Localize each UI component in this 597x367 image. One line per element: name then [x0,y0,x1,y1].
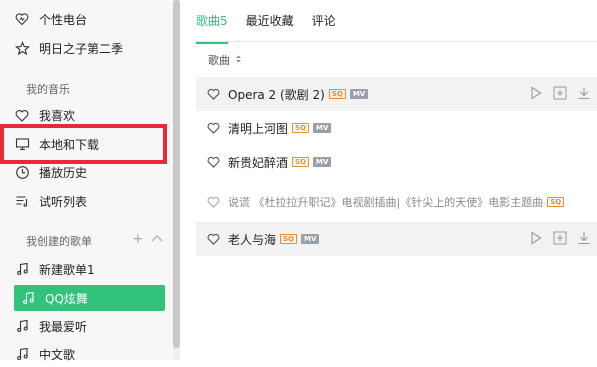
tab-songs[interactable]: 歌曲5 [196,0,228,44]
heart-icon[interactable] [207,233,220,245]
song-actions [529,86,591,100]
mv-badge[interactable]: MV [313,123,332,133]
tab-divider [196,41,597,42]
mv-badge[interactable]: MV [349,89,369,99]
sidebar-item-label: QQ炫舞 [45,291,88,306]
sidebar-item-label: 我喜欢 [39,108,76,123]
song-row[interactable]: 新贵妃醉酒 SQ MV [196,145,597,179]
song-column-header[interactable]: 歌曲 [208,52,242,68]
column-header-label: 歌曲 [208,54,230,67]
song-title: 新贵妃醉酒 [228,155,289,170]
song-row[interactable]: 清明上河图 SQ MV [196,111,597,145]
playlist-icon [14,193,30,209]
heart-icon[interactable] [207,156,220,168]
sq-badge: SQ [292,123,310,133]
main-content: 歌曲5 最近收藏 评论 歌曲 Opera 2 (歌剧 2) SQ MV 清明上河… [180,0,597,360]
download-icon[interactable] [577,86,591,100]
radio-icon [14,11,30,27]
add-icon[interactable] [553,231,567,245]
sidebar-playlist-item[interactable]: 我最爱听 [14,313,166,339]
add-playlist-icon[interactable]: + [132,231,144,247]
song-row[interactable]: 老人与海 SQ MV [196,222,597,256]
sidebar: 个性电台 明日之子第二季 我的音乐 我喜欢 本地和下载 播放历史 试听列表 我创… [0,0,180,362]
highlight-annotation-box [0,124,167,164]
heart-icon[interactable] [207,196,220,208]
sidebar-item-radio[interactable]: 个性电台 [14,6,166,32]
tab-recent-favorites[interactable]: 最近收藏 [246,0,294,42]
heart-icon [14,107,30,123]
music-note-icon [20,290,36,306]
sort-icon [235,54,242,67]
collapse-icon[interactable] [150,232,164,244]
sidebar-item-label: 个性电台 [39,12,88,27]
created-playlists-heading: 我创建的歌单 [26,235,92,248]
sq-badge: SQ [280,234,298,244]
sidebar-playlist-item[interactable]: 新建歌单1 [14,256,166,282]
song-actions [529,231,591,245]
sidebar-scrollbar-thumb[interactable] [173,0,180,348]
music-note-icon [14,261,30,277]
sidebar-item-trial-list[interactable]: 试听列表 [14,188,166,214]
mv-badge[interactable]: MV [313,157,332,167]
song-row-unavailable[interactable]: 说谎 《杜拉拉升职记》电视剧插曲|《针尖上的天使》电影主题曲 SQ [196,185,597,219]
my-music-heading: 我的音乐 [26,83,70,96]
music-note-icon [14,318,30,334]
sidebar-item-label: 明日之子第二季 [39,41,124,56]
tab-bar: 歌曲5 最近收藏 评论 [196,0,354,44]
sidebar-playlist-item-active[interactable]: QQ炫舞 [14,285,165,311]
sidebar-item-label: 我最爱听 [39,319,88,334]
song-title: 老人与海 [228,232,277,247]
sidebar-item-label: 新建歌单1 [39,262,95,277]
song-title: Opera 2 (歌剧 2) [228,87,325,102]
heart-icon[interactable] [207,88,220,100]
sq-badge: SQ [292,157,310,167]
download-icon[interactable] [577,231,591,245]
play-icon[interactable] [529,86,543,100]
sidebar-item-label: 试听列表 [39,194,88,209]
sq-badge: SQ [547,197,565,207]
sidebar-item-show[interactable]: 明日之子第二季 [14,35,166,61]
star-icon [14,40,30,56]
tab-comments[interactable]: 评论 [312,0,336,42]
song-row[interactable]: Opera 2 (歌剧 2) SQ MV [196,77,597,111]
play-icon[interactable] [529,231,543,245]
sidebar-playlist-item[interactable]: 中文歌 [14,341,166,367]
song-title: 清明上河图 [228,121,289,136]
clock-icon [14,164,30,180]
heart-icon[interactable] [207,122,220,134]
song-title: 说谎 《杜拉拉升职记》电视剧插曲|《针尖上的天使》电影主题曲 [228,196,544,209]
sidebar-item-label: 播放历史 [39,165,88,180]
add-icon[interactable] [553,86,567,100]
mv-badge[interactable]: MV [301,234,320,244]
sq-badge: SQ [328,89,346,99]
